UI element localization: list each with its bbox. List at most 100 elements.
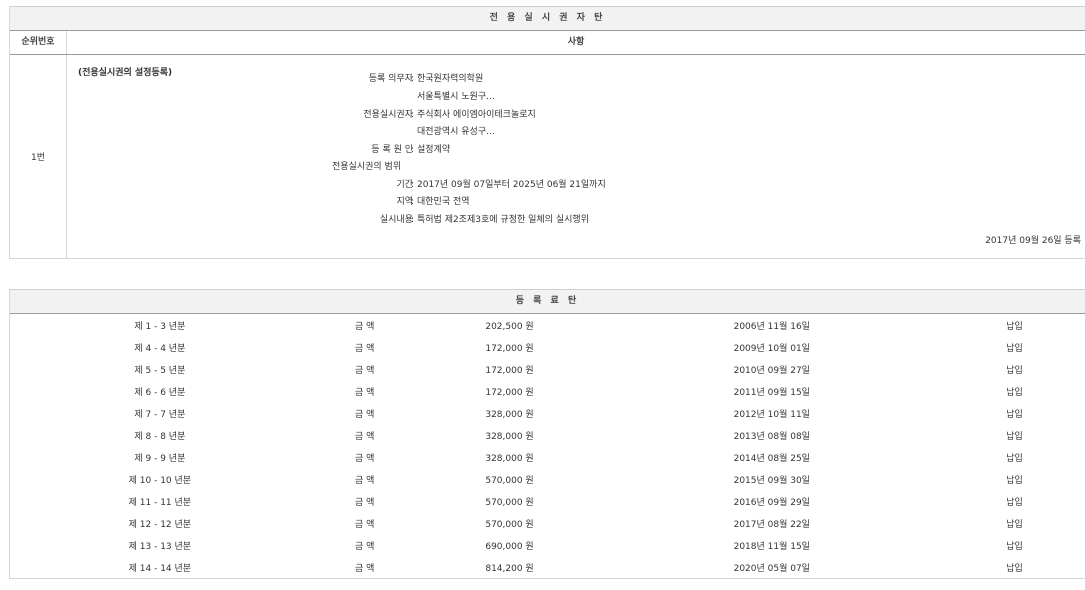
fee-row: 제 14 - 14 년분금 액814,200 원2020년 05월 07일납입 bbox=[10, 556, 1085, 579]
fee-amount: 172,000 원 bbox=[420, 380, 600, 402]
amount-label: 금 액 bbox=[310, 556, 420, 579]
payment-status: 납입 bbox=[944, 314, 1085, 336]
fee-period: 제 8 - 8 년분 bbox=[10, 424, 310, 446]
license-line-label: 실시내용 bbox=[380, 213, 413, 227]
amount-label: 금 액 bbox=[310, 358, 420, 380]
license-line-value: 대전광역시 유성구... bbox=[417, 125, 495, 139]
license-line-value: 한국원자력의학원 bbox=[417, 72, 483, 86]
license-line: 지역:대한민국 전역 bbox=[67, 195, 1085, 209]
fee-period: 제 10 - 10 년분 bbox=[10, 468, 310, 490]
license-line-label: 전용실시권자 bbox=[363, 108, 413, 122]
license-line-value: 설정계약 bbox=[417, 143, 450, 157]
license-line: 등록 의무자:한국원자력의학원 bbox=[67, 72, 1085, 86]
amount-label: 금 액 bbox=[310, 490, 420, 512]
fee-period: 제 9 - 9 년분 bbox=[10, 446, 310, 468]
license-line: 등 록 원 인:설정계약 bbox=[67, 143, 1085, 157]
fee-amount: 814,200 원 bbox=[420, 556, 600, 579]
fee-amount: 570,000 원 bbox=[420, 490, 600, 512]
fee-amount: 328,000 원 bbox=[420, 446, 600, 468]
payment-status: 납입 bbox=[944, 446, 1085, 468]
fee-period: 제 13 - 13 년분 bbox=[10, 534, 310, 556]
payment-date: 2013년 08월 08일 bbox=[599, 424, 944, 446]
registered-date: 2017년 09월 26일 등록 bbox=[985, 233, 1081, 246]
fee-amount: 328,000 원 bbox=[420, 424, 600, 446]
fee-period: 제 11 - 11 년분 bbox=[10, 490, 310, 512]
fee-row: 제 11 - 11 년분금 액570,000 원2016년 09월 29일납입 bbox=[10, 490, 1085, 512]
fee-period: 제 1 - 3 년분 bbox=[10, 314, 310, 336]
fee-amount: 570,000 원 bbox=[420, 512, 600, 534]
fee-period: 제 14 - 14 년분 bbox=[10, 556, 310, 579]
fee-row: 제 13 - 13 년분금 액690,000 원2018년 11월 15일납입 bbox=[10, 534, 1085, 556]
license-line-value: 2017년 09월 07일부터 2025년 06월 21일까지 bbox=[417, 178, 606, 192]
fee-section-title: 등 록 료 탄 bbox=[10, 289, 1085, 314]
fee-amount: 328,000 원 bbox=[420, 402, 600, 424]
payment-date: 2015년 09월 30일 bbox=[599, 468, 944, 490]
fee-row: 제 7 - 7 년분금 액328,000 원2012년 10월 11일납입 bbox=[10, 402, 1085, 424]
fee-period: 제 12 - 12 년분 bbox=[10, 512, 310, 534]
fee-row: 제 1 - 3 년분금 액202,500 원2006년 11월 16일납입 bbox=[10, 314, 1085, 336]
fee-period: 제 7 - 7 년분 bbox=[10, 402, 310, 424]
payment-status: 납입 bbox=[944, 468, 1085, 490]
amount-label: 금 액 bbox=[310, 402, 420, 424]
license-entry-row: 1번 (전용실시권의 설정등록) 등록 의무자:한국원자력의학원서울특별시 노원… bbox=[10, 55, 1085, 259]
fee-row: 제 5 - 5 년분금 액172,000 원2010년 09월 27일납입 bbox=[10, 358, 1085, 380]
payment-date: 2009년 10월 01일 bbox=[599, 336, 944, 358]
license-details: (전용실시권의 설정등록) 등록 의무자:한국원자력의학원서울특별시 노원구..… bbox=[67, 55, 1085, 258]
amount-label: 금 액 bbox=[310, 314, 420, 336]
payment-status: 납입 bbox=[944, 380, 1085, 402]
rank-number: 1번 bbox=[10, 55, 67, 258]
fee-row: 제 4 - 4 년분금 액172,000 원2009년 10월 01일납입 bbox=[10, 336, 1085, 358]
amount-label: 금 액 bbox=[310, 534, 420, 556]
license-line: 기간:2017년 09월 07일부터 2025년 06월 21일까지 bbox=[67, 178, 1085, 192]
license-line: 서울특별시 노원구... bbox=[67, 90, 1085, 104]
payment-date: 2010년 09월 27일 bbox=[599, 358, 944, 380]
payment-status: 납입 bbox=[944, 336, 1085, 358]
license-section-title: 전 용 실 시 권 자 탄 bbox=[10, 6, 1085, 31]
license-line-value: 서울특별시 노원구... bbox=[417, 90, 495, 104]
fee-row: 제 9 - 9 년분금 액328,000 원2014년 08월 25일납입 bbox=[10, 446, 1085, 468]
payment-date: 2014년 08월 25일 bbox=[599, 446, 944, 468]
payment-date: 2012년 10월 11일 bbox=[599, 402, 944, 424]
payment-status: 납입 bbox=[944, 534, 1085, 556]
license-line-value: 대한민국 전역 bbox=[417, 195, 470, 209]
amount-label: 금 액 bbox=[310, 512, 420, 534]
payment-date: 2006년 11월 16일 bbox=[599, 314, 944, 336]
payment-status: 납입 bbox=[944, 424, 1085, 446]
fee-row: 제 10 - 10 년분금 액570,000 원2015년 09월 30일납입 bbox=[10, 468, 1085, 490]
fee-amount: 570,000 원 bbox=[420, 468, 600, 490]
license-line: 전용실시권자:주식회사 에이엠아이테크놀로지 bbox=[67, 108, 1085, 122]
license-line-value: 특허법 제2조제3호에 규정한 일체의 실시행위 bbox=[417, 213, 589, 227]
fee-amount: 172,000 원 bbox=[420, 336, 600, 358]
payment-status: 납입 bbox=[944, 490, 1085, 512]
payment-status: 납입 bbox=[944, 402, 1085, 424]
payment-date: 2016년 09월 29일 bbox=[599, 490, 944, 512]
fee-period: 제 4 - 4 년분 bbox=[10, 336, 310, 358]
payment-date: 2018년 11월 15일 bbox=[599, 534, 944, 556]
payment-status: 납입 bbox=[944, 512, 1085, 534]
license-line-label: 전용실시권의 범위 bbox=[332, 160, 401, 174]
label-colon: : bbox=[411, 143, 414, 157]
payment-status: 납입 bbox=[944, 358, 1085, 380]
license-line-label: 등록 의무자 bbox=[369, 72, 413, 86]
amount-label: 금 액 bbox=[310, 424, 420, 446]
fee-amount: 172,000 원 bbox=[420, 358, 600, 380]
label-colon: : bbox=[411, 108, 414, 122]
fee-amount: 690,000 원 bbox=[420, 534, 600, 556]
amount-label: 금 액 bbox=[310, 446, 420, 468]
label-colon: : bbox=[411, 72, 414, 86]
exclusive-license-section: 전 용 실 시 권 자 탄 순위번호 사항 1번 (전용실시권의 설정등록) 등… bbox=[9, 6, 1085, 259]
fee-period: 제 5 - 5 년분 bbox=[10, 358, 310, 380]
matters-column-header: 사항 bbox=[67, 31, 1085, 54]
fee-row: 제 12 - 12 년분금 액570,000 원2017년 08월 22일납입 bbox=[10, 512, 1085, 534]
amount-label: 금 액 bbox=[310, 336, 420, 358]
rank-column-header: 순위번호 bbox=[10, 31, 67, 54]
amount-label: 금 액 bbox=[310, 468, 420, 490]
label-colon: : bbox=[411, 178, 414, 192]
license-line-label: 등 록 원 인 bbox=[371, 143, 413, 157]
license-line-value: 주식회사 에이엠아이테크놀로지 bbox=[417, 108, 536, 122]
license-header-row: 순위번호 사항 bbox=[10, 31, 1085, 55]
label-colon: : bbox=[411, 213, 414, 227]
amount-label: 금 액 bbox=[310, 380, 420, 402]
payment-status: 납입 bbox=[944, 556, 1085, 579]
fee-row: 제 8 - 8 년분금 액328,000 원2013년 08월 08일납입 bbox=[10, 424, 1085, 446]
